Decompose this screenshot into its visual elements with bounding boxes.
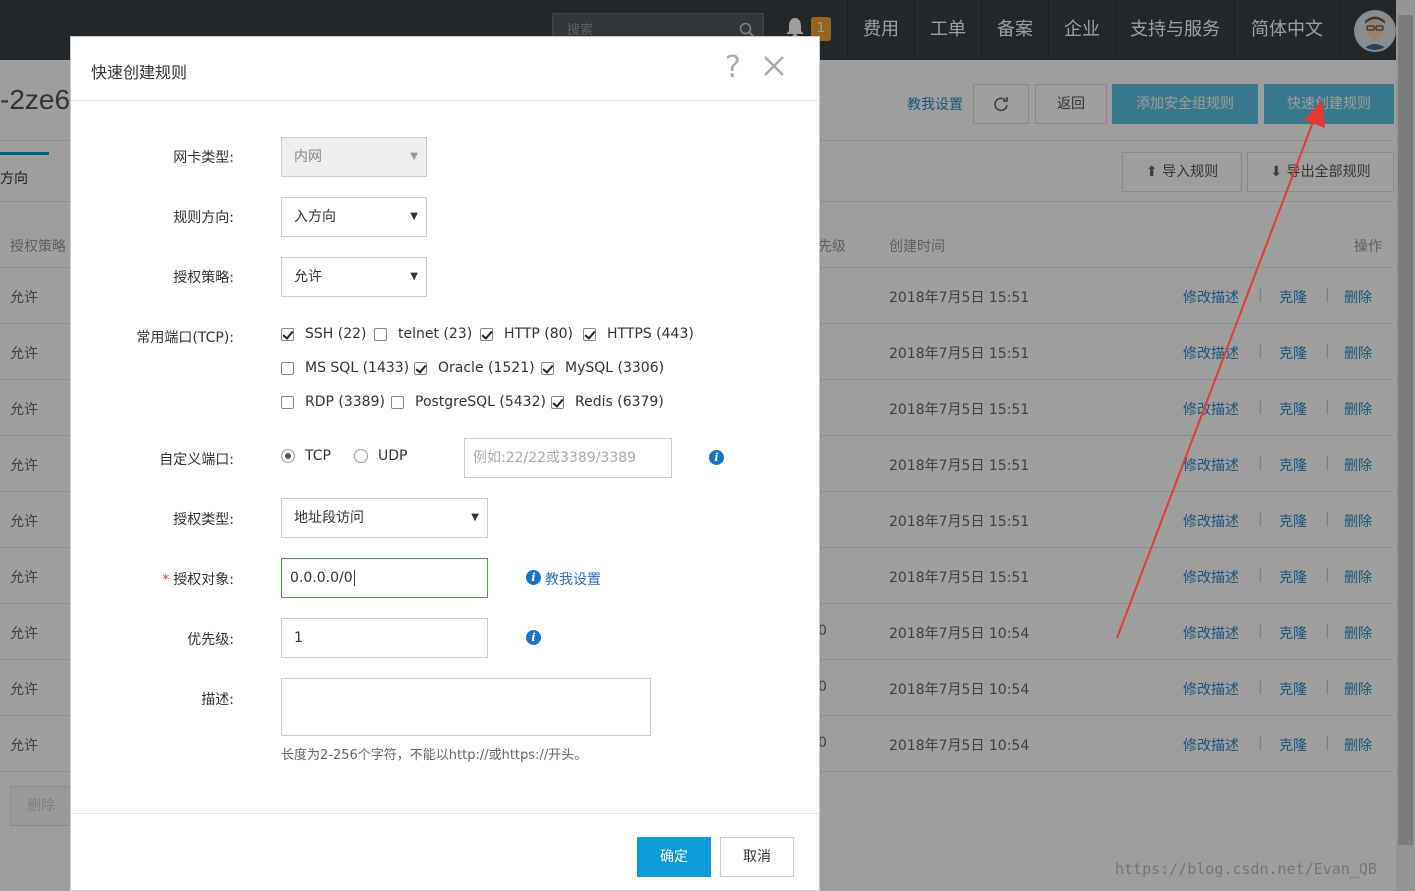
- common-ports-label: 常用端口(TCP):: [136, 330, 234, 346]
- caret-down-icon: ▼: [410, 211, 418, 222]
- nic-type-value: 内网: [294, 149, 322, 165]
- udp-radio[interactable]: [354, 449, 368, 463]
- info-icon[interactable]: i: [526, 630, 541, 645]
- port-checkbox[interactable]: [583, 328, 596, 341]
- custom-port-label: 自定义端口:: [159, 452, 234, 468]
- auth-type-value: 地址段访问: [294, 510, 364, 526]
- policy-value: 允许: [294, 269, 322, 285]
- priority-input[interactable]: 1: [281, 618, 488, 658]
- auth-type-select[interactable]: 地址段访问 ▼: [281, 498, 488, 538]
- port-checkbox[interactable]: [391, 396, 404, 409]
- port-checkbox[interactable]: [480, 328, 493, 341]
- confirm-button[interactable]: 确定: [637, 837, 711, 877]
- help-icon[interactable]: ?: [725, 50, 741, 85]
- dialog-title: 快速创建规则: [91, 63, 188, 82]
- port-checkbox[interactable]: [281, 396, 294, 409]
- port-checkbox-label: RDP (3389): [305, 394, 385, 410]
- description-hint: 长度为2-256个字符，不能以http://或https://开头。: [281, 748, 588, 763]
- udp-radio-label: UDP: [378, 448, 408, 464]
- port-checkbox[interactable]: [374, 328, 387, 341]
- auth-type-label: 授权类型:: [173, 512, 234, 528]
- dialog-footer-divider: [71, 813, 819, 814]
- direction-select[interactable]: 入方向 ▼: [281, 197, 427, 237]
- port-checkbox-label: telnet (23): [398, 326, 473, 342]
- port-checkbox-label: HTTPS (443): [607, 326, 694, 342]
- auth-object-label: * 授权对象:: [71, 569, 234, 589]
- caret-down-icon: ▼: [471, 512, 479, 523]
- port-checkbox-label: MySQL (3306): [565, 360, 665, 376]
- port-checkbox-label: HTTP (80): [504, 326, 574, 342]
- port-checkbox[interactable]: [541, 362, 554, 375]
- auth-object-input[interactable]: 0.0.0.0/0: [281, 558, 488, 598]
- direction-label: 规则方向:: [173, 210, 234, 226]
- description-textarea[interactable]: [281, 678, 651, 736]
- cancel-button[interactable]: 取消: [720, 837, 794, 877]
- custom-port-input[interactable]: 例如:22/22或3389/3389: [464, 438, 672, 478]
- teach-me-link[interactable]: 教我设置: [545, 569, 601, 589]
- port-checkbox[interactable]: [281, 328, 294, 341]
- quick-create-rule-dialog: 快速创建规则 ? 网卡类型: 内网 ▼ 规则方向: 入方向 ▼ 授权策略: 允许…: [70, 36, 820, 891]
- nic-type-select: 内网 ▼: [281, 137, 427, 177]
- direction-value: 入方向: [294, 209, 336, 225]
- port-checkbox-label: SSH (22): [305, 326, 367, 342]
- port-checkbox[interactable]: [281, 362, 294, 375]
- port-checkbox[interactable]: [551, 396, 564, 409]
- port-checkbox-label: PostgreSQL (5432): [415, 394, 546, 410]
- auth-object-value: 0.0.0.0/0: [290, 570, 353, 586]
- text-cursor: [353, 570, 355, 586]
- description-label: 描述:: [201, 692, 234, 708]
- policy-label: 授权策略:: [173, 270, 234, 286]
- close-icon[interactable]: [761, 53, 787, 79]
- dialog-header-divider: [71, 100, 819, 101]
- port-checkbox-label: Redis (6379): [575, 394, 664, 410]
- policy-select[interactable]: 允许 ▼: [281, 257, 427, 297]
- info-icon[interactable]: i: [709, 450, 724, 465]
- required-mark: *: [162, 572, 170, 588]
- info-icon[interactable]: i: [526, 570, 541, 585]
- caret-down-icon: ▼: [410, 151, 418, 162]
- port-checkbox[interactable]: [414, 362, 427, 375]
- tcp-radio[interactable]: [281, 449, 295, 463]
- tcp-radio-label: TCP: [305, 448, 331, 464]
- port-checkbox-label: MS SQL (1433): [305, 360, 410, 376]
- nic-type-label: 网卡类型:: [173, 150, 234, 166]
- priority-label: 优先级:: [187, 632, 234, 648]
- caret-down-icon: ▼: [410, 271, 418, 282]
- port-checkbox-label: Oracle (1521): [438, 360, 535, 376]
- auth-object-label-text: 授权对象:: [173, 572, 234, 588]
